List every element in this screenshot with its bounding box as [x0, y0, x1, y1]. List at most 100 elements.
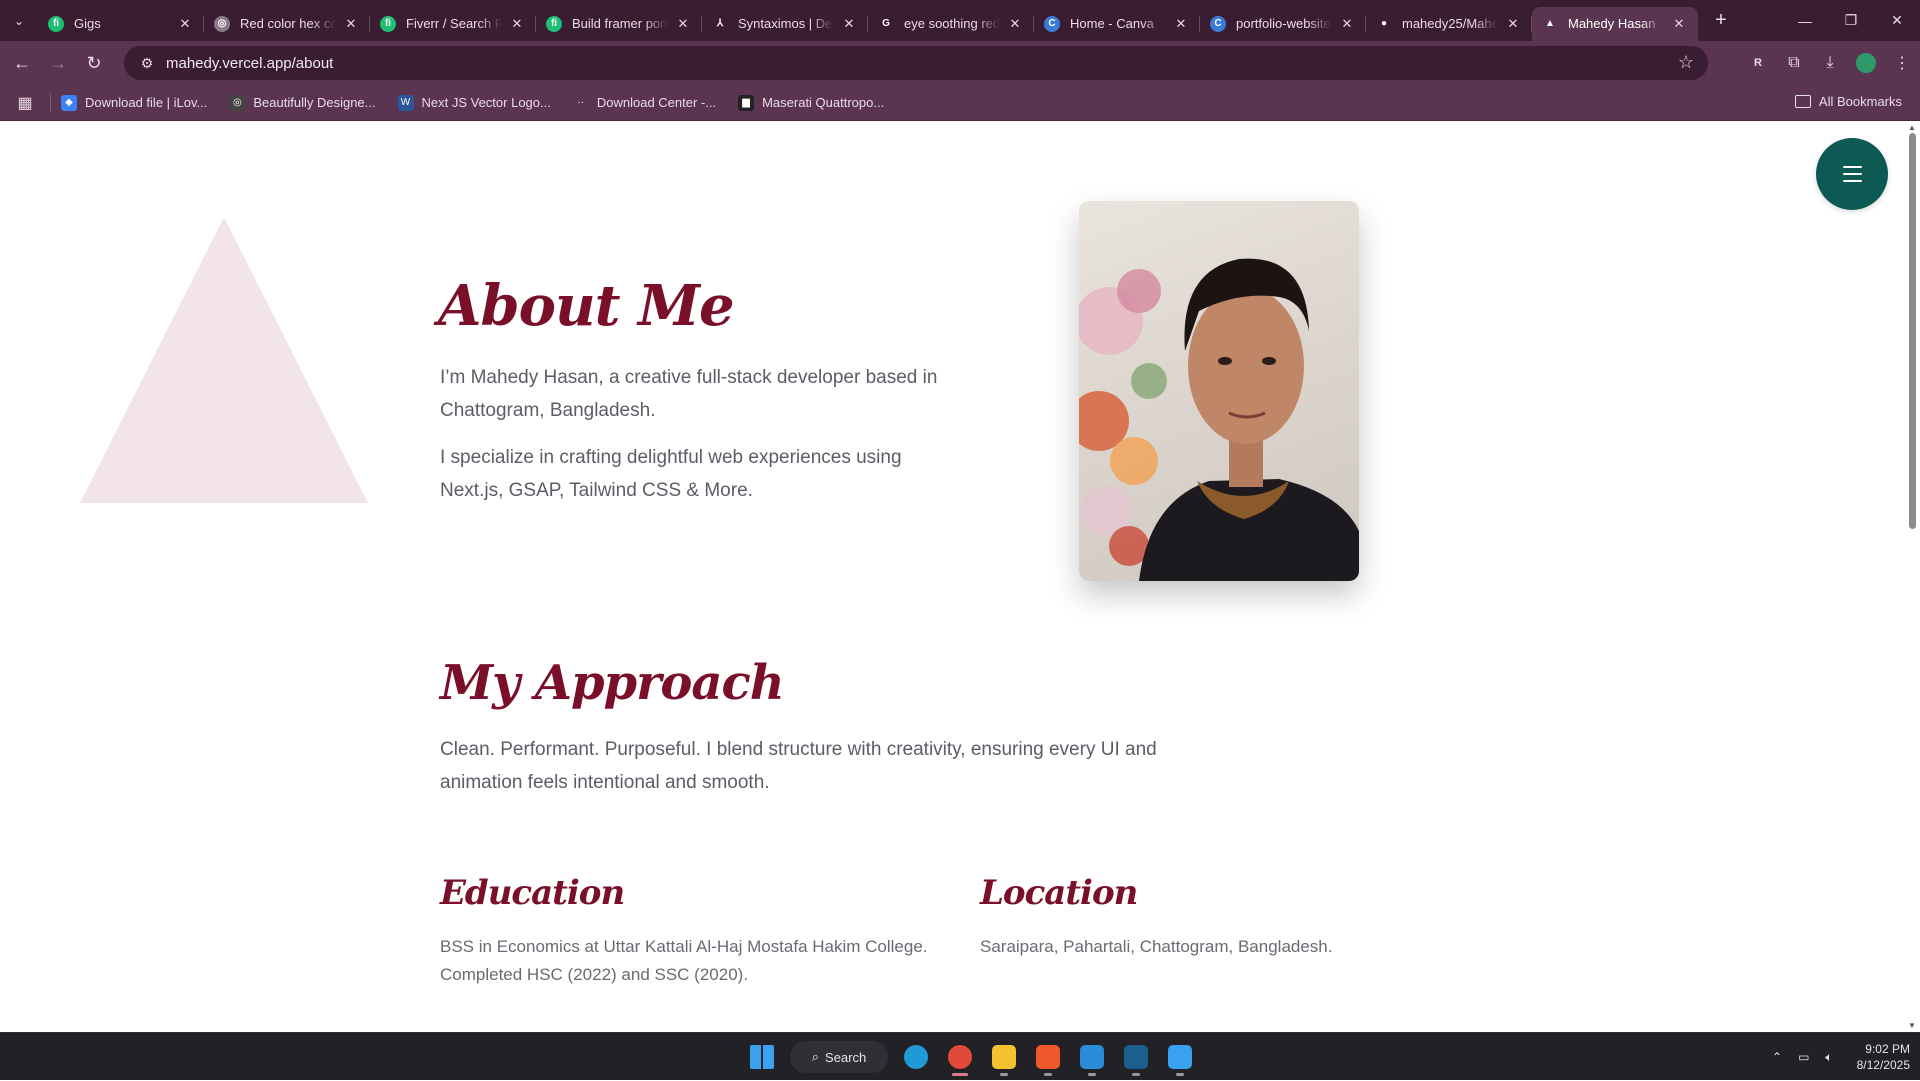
clock[interactable]: 9:02 PM 8/12/2025	[1857, 1041, 1910, 1073]
toolbar: ← → ↻ ⚙ mahedy.vercel.app/about ☆ R ⧉ ⤓ …	[0, 41, 1920, 85]
hamburger-menu-button[interactable]	[1816, 138, 1888, 210]
taskbar-app[interactable]	[982, 1037, 1026, 1077]
close-tab-icon[interactable]: ✕	[1006, 15, 1024, 33]
location-text: Saraipara, Pahartali, Chattogram, Bangla…	[980, 937, 1333, 956]
vscode-icon	[1080, 1045, 1104, 1069]
browser-tab[interactable]: ▲ Mahedy Hasan ✕	[1532, 6, 1698, 41]
page-scrollbar[interactable]: ▲ ▼	[1905, 121, 1920, 1032]
search-label: Search	[825, 1049, 867, 1065]
browser-tab[interactable]: fi Build framer portf ✕	[536, 7, 702, 41]
browser-tab[interactable]: fi Gigs ✕	[38, 7, 204, 41]
browser-tab[interactable]: Cportfolio-website ✕	[1200, 7, 1366, 41]
restore-icon[interactable]: ❐	[1828, 0, 1874, 41]
browser-tab[interactable]: Geye soothing red c ✕	[868, 7, 1034, 41]
bookmark-list: ◆ Download file | iLov... ◎ Beautifully Des…	[61, 94, 906, 111]
browser-tab[interactable]: fi Fiverr / Search Re ✕	[370, 7, 536, 41]
profile-avatar-icon[interactable]	[1848, 45, 1884, 81]
close-tab-icon[interactable]: ✕	[1172, 15, 1190, 33]
fiverr-icon: fi	[48, 15, 64, 32]
windows-taskbar: ⌕ Search ⌃ ▭ 🔈︎ 9:02 PM 8/12/2025	[0, 1032, 1920, 1080]
notepad-icon	[1168, 1045, 1192, 1069]
google-icon: G	[882, 18, 890, 29]
address-bar[interactable]: ⚙ mahedy.vercel.app/about ☆	[124, 46, 1708, 80]
bookmark-item[interactable]: ◆ Download file | iLov...	[61, 94, 207, 111]
url-text[interactable]: mahedy.vercel.app/about	[166, 55, 333, 72]
chrome-icon	[948, 1045, 972, 1069]
close-tab-icon[interactable]: ✕	[176, 15, 194, 33]
chrome-menu-icon[interactable]: ⋮	[1884, 45, 1920, 81]
new-tab-button[interactable]: +	[1704, 4, 1738, 38]
network-icon[interactable]: ▭	[1798, 1050, 1809, 1064]
site-icon: ▲	[1545, 18, 1555, 29]
tray-chevron-icon[interactable]: ⌃	[1772, 1050, 1782, 1064]
close-tab-icon[interactable]: ✕	[508, 15, 526, 33]
taskbar-app[interactable]	[740, 1037, 784, 1077]
bookmark-item[interactable]: ◎ Beautifully Designe...	[229, 94, 376, 111]
steam-icon	[1124, 1045, 1148, 1069]
system-tray: ⌃ ▭ 🔈︎ 9:02 PM 8/12/2025	[1772, 1033, 1910, 1081]
browser-tab[interactable]: ◎ Red color hex cod ✕	[204, 7, 370, 41]
globe-icon: ◎	[229, 94, 246, 111]
tab-search-chevron-icon[interactable]: ⌄	[0, 0, 38, 41]
extensions-puzzle-icon[interactable]: ⧉	[1776, 45, 1812, 81]
close-tab-icon[interactable]: ✕	[840, 15, 858, 33]
bookmark-label: Beautifully Designe...	[253, 95, 376, 110]
close-tab-icon[interactable]: ✕	[1504, 15, 1522, 33]
bookmark-star-icon[interactable]: ☆	[1678, 52, 1694, 73]
download-icon[interactable]: ⤓	[1812, 45, 1848, 81]
minimize-icon[interactable]: —	[1782, 0, 1828, 41]
apps-grid-icon[interactable]: ▦	[0, 93, 50, 113]
approach-heading: My Approach	[440, 655, 785, 711]
close-window-icon[interactable]: ✕	[1874, 0, 1920, 41]
word-icon: W	[397, 94, 414, 111]
bookmark-label: Next JS Vector Logo...	[421, 95, 551, 110]
taskbar-app[interactable]	[1070, 1037, 1114, 1077]
scrollbar-thumb[interactable]	[1909, 133, 1916, 529]
about-skills-text: I specialize in crafting delightful web …	[440, 447, 902, 501]
taskbar-app[interactable]	[1026, 1037, 1070, 1077]
brave-icon	[1036, 1045, 1060, 1069]
taskbar-app[interactable]	[1158, 1037, 1202, 1077]
forward-arrow-icon[interactable]: →	[40, 45, 76, 81]
volume-icon[interactable]: 🔈︎	[1825, 1050, 1832, 1065]
taskbar-app[interactable]	[1114, 1037, 1158, 1077]
scroll-down-arrow-icon[interactable]: ▼	[1908, 1021, 1916, 1030]
clock-date: 8/12/2025	[1856, 1058, 1910, 1072]
close-tab-icon[interactable]: ✕	[674, 15, 692, 33]
bookmarks-bar: ▦ ◆ Download file | iLov... ◎ Beautifully D…	[0, 85, 1920, 121]
clock-time: 9:02 PM	[1865, 1042, 1910, 1056]
close-tab-icon[interactable]: ✕	[342, 15, 360, 33]
bookmark-label: Maserati Quattropo...	[762, 95, 885, 110]
tab-title: Fiverr / Search Re	[406, 16, 502, 31]
bookmark-item[interactable]: W Next JS Vector Logo...	[397, 94, 551, 111]
close-tab-icon[interactable]: ✕	[1670, 15, 1688, 33]
windows-start-icon	[750, 1045, 774, 1069]
close-tab-icon[interactable]: ✕	[1338, 15, 1356, 33]
tab-title: Red color hex cod	[240, 16, 336, 31]
fiverr-icon: fi	[546, 15, 562, 32]
education-text: BSS in Economics at Uttar Kattali Al-Haj…	[440, 937, 928, 984]
back-arrow-icon[interactable]: ←	[4, 45, 40, 81]
bookmark-item[interactable]: ·· Download Center -...	[573, 95, 717, 111]
tab-title: Build framer portf	[572, 16, 668, 31]
edge-icon	[904, 1045, 928, 1069]
bookmark-item[interactable]: ▆ Maserati Quattropo...	[738, 94, 885, 111]
site-info-icon[interactable]: ⚙	[132, 55, 162, 72]
reload-icon[interactable]: ↻	[76, 45, 112, 81]
all-bookmarks-button[interactable]: All Bookmarks	[1794, 94, 1902, 109]
window-controls: — ❐ ✕	[1782, 0, 1920, 41]
dots-icon: ··	[577, 97, 585, 108]
browser-tab[interactable]: C Home - Canva ✕	[1034, 7, 1200, 41]
github-icon: ●	[1380, 18, 1388, 29]
browser-tab[interactable]: ⅄ Syntaximos | Deve ✕	[702, 7, 868, 41]
taskbar-app[interactable]	[894, 1037, 938, 1077]
canva-icon: C	[1210, 15, 1226, 32]
decorative-triangle	[80, 217, 368, 503]
taskbar-app[interactable]	[938, 1037, 982, 1077]
about-intro-text: I’m Mahedy Hasan, a creative full-stack …	[440, 367, 938, 421]
tab-strip: ⌄ fi Gigs ✕ ◎ Red color hex cod ✕ fi Fiverr / S…	[0, 0, 1920, 41]
extension-r-icon[interactable]: R	[1740, 45, 1776, 81]
taskbar-search-button[interactable]: ⌕ Search	[790, 1041, 888, 1073]
browser-tab[interactable]: ● mahedy25/Mahed ✕	[1366, 7, 1532, 41]
scroll-up-arrow-icon[interactable]: ▲	[1908, 123, 1916, 132]
